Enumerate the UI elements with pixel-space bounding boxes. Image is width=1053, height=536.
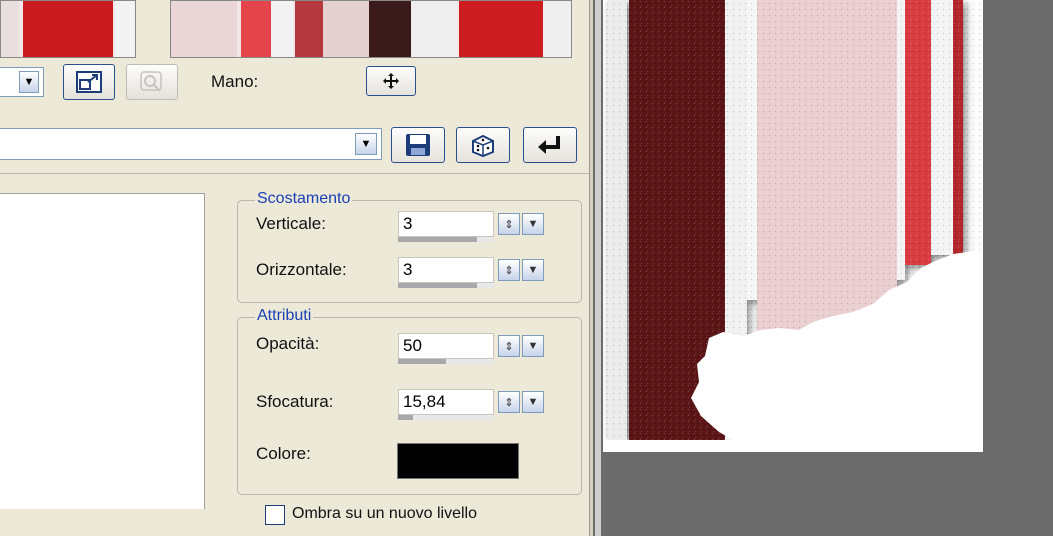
original-preview bbox=[0, 0, 136, 58]
spin-up-down-icon[interactable]: ⇕ bbox=[498, 391, 520, 413]
zoom-dropdown[interactable]: ▼ bbox=[0, 67, 44, 97]
chevron-down-icon[interactable]: ▼ bbox=[522, 259, 544, 281]
workspace-bottom bbox=[603, 452, 983, 536]
blur-stepper[interactable]: 15,84 ⇕ ▼ bbox=[398, 389, 552, 420]
spin-up-down-icon[interactable]: ⇕ bbox=[498, 259, 520, 281]
preview-pane bbox=[0, 193, 205, 509]
chevron-down-icon: ▼ bbox=[355, 133, 377, 155]
magnify-icon bbox=[140, 71, 162, 92]
preset-select[interactable]: ▼ bbox=[0, 128, 382, 160]
chevron-down-icon[interactable]: ▼ bbox=[522, 391, 544, 413]
opacity-slider[interactable] bbox=[398, 359, 446, 364]
reset-button[interactable] bbox=[523, 127, 577, 163]
undo-arrow-icon bbox=[538, 136, 560, 154]
drop-shadow-dialog: ▼ Mano: ▼ Scostamento Verticale: 3 ⇕ ▼ O… bbox=[0, 0, 593, 536]
dice-icon bbox=[472, 134, 494, 157]
blur-label: Sfocatura: bbox=[256, 392, 334, 411]
opacity-stepper[interactable]: 50 ⇕ ▼ bbox=[398, 333, 552, 364]
color-label: Colore: bbox=[256, 444, 311, 463]
vertical-input[interactable]: 3 bbox=[398, 211, 494, 237]
horizontal-label: Orizzontale: bbox=[256, 260, 347, 279]
chevron-down-icon: ▼ bbox=[19, 71, 39, 93]
blur-slider[interactable] bbox=[398, 415, 414, 420]
workspace bbox=[593, 0, 1053, 536]
auto-proof-button[interactable] bbox=[126, 64, 178, 100]
mano-label: Mano: bbox=[211, 72, 259, 91]
chevron-down-icon[interactable]: ▼ bbox=[522, 335, 544, 357]
vertical-slider[interactable] bbox=[398, 237, 477, 242]
save-preset-button[interactable] bbox=[391, 127, 445, 163]
horizontal-input[interactable]: 3 bbox=[398, 257, 494, 283]
spin-up-down-icon[interactable]: ⇕ bbox=[498, 213, 520, 235]
opacity-label: Opacità: bbox=[256, 334, 320, 353]
workspace-edge bbox=[595, 0, 601, 536]
window-resize-icon bbox=[76, 71, 102, 93]
proof-window-button[interactable] bbox=[63, 64, 115, 100]
shadow-color-swatch[interactable] bbox=[397, 443, 519, 479]
pan-hand-button[interactable] bbox=[366, 66, 416, 96]
attributes-legend: Attributi bbox=[255, 307, 314, 325]
move-cross-icon bbox=[383, 73, 399, 89]
chevron-down-icon[interactable]: ▼ bbox=[522, 213, 544, 235]
randomize-button[interactable] bbox=[456, 127, 510, 163]
blur-input[interactable]: 15,84 bbox=[398, 389, 494, 415]
horizontal-slider[interactable] bbox=[398, 283, 477, 288]
vertical-stepper[interactable]: 3 ⇕ ▼ bbox=[398, 211, 552, 242]
result-preview bbox=[170, 0, 572, 58]
offset-legend: Scostamento bbox=[255, 190, 353, 208]
opacity-input[interactable]: 50 bbox=[398, 333, 494, 359]
floppy-save-icon bbox=[406, 134, 430, 156]
spin-up-down-icon[interactable]: ⇕ bbox=[498, 335, 520, 357]
new-layer-checkbox[interactable] bbox=[265, 505, 285, 525]
divider bbox=[0, 173, 593, 174]
vertical-label: Verticale: bbox=[256, 214, 326, 233]
horizontal-stepper[interactable]: 3 ⇕ ▼ bbox=[398, 257, 552, 288]
new-layer-label: Ombra su un nuovo livello bbox=[292, 505, 477, 522]
image-canvas bbox=[603, 0, 983, 452]
